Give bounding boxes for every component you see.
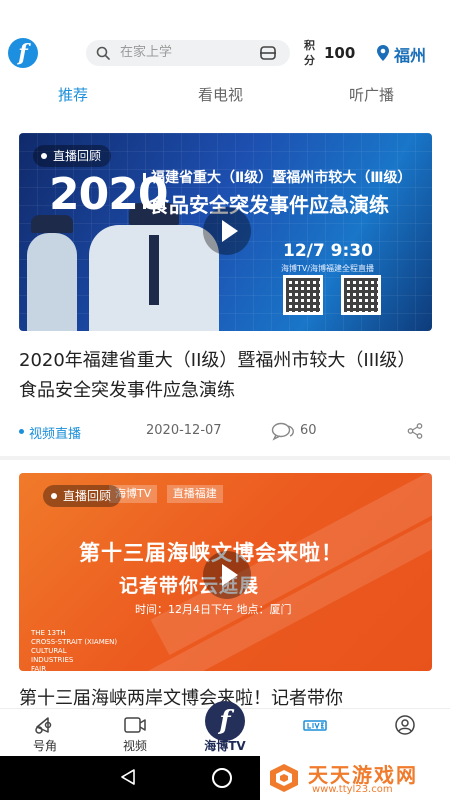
location-pin-icon	[377, 45, 389, 61]
search-icon	[96, 46, 110, 60]
haibo-logo-icon: f	[205, 701, 245, 741]
officer-figure	[89, 203, 219, 331]
thumbnail-datetime: 12/7 9:30	[283, 241, 373, 261]
app-logo-icon[interactable]: f	[8, 38, 38, 68]
badge-dot-icon	[51, 493, 57, 499]
tab-recommend[interactable]: 推荐	[58, 84, 88, 105]
officer-figure	[27, 215, 77, 331]
play-button[interactable]	[203, 551, 251, 599]
news-card[interactable]: 2020 福建省重大（Ⅱ级）暨福州市较大（Ⅲ级） 食品安全突发事件应急演练 12…	[0, 120, 450, 456]
qr-code-icon	[341, 275, 381, 315]
card-title[interactable]: 2020年福建省重大（II级）暨福州市较大（III级）食品安全突发事件应急演练	[19, 346, 431, 406]
live-broadcast-icon	[303, 720, 327, 731]
comment-icon[interactable]	[271, 421, 295, 441]
thumbnail-info: 时间：12月4日下午 地点：厦门	[135, 603, 292, 616]
badge-dot-icon	[41, 153, 47, 159]
replay-badge: 直播回顾	[43, 485, 122, 507]
points-value: 100	[324, 44, 356, 62]
search-placeholder: 在家上学	[120, 45, 173, 60]
thumbnail-english-text: THE 13TH CROSS-STRAIT (XIAMEN) CULTURAL …	[31, 629, 118, 671]
officer-tie	[149, 235, 159, 305]
tag-dot-icon	[19, 429, 24, 434]
horn-icon	[35, 717, 52, 734]
category-tabs: 推荐 看电视 听广播	[0, 80, 450, 112]
tab-listen-radio[interactable]: 听广播	[349, 84, 394, 105]
city-name: 福州	[394, 46, 427, 65]
nav-label: 海博TV	[204, 739, 246, 753]
back-icon[interactable]	[120, 768, 136, 786]
search-bar[interactable]: 在家上学	[86, 40, 290, 66]
nav-item-profile[interactable]	[360, 709, 450, 757]
replay-badge: 直播回顾	[33, 145, 112, 167]
top-bar: f 在家上学 积分 100 福州	[0, 30, 450, 76]
watermark-url: www.ttyl23.com	[312, 784, 393, 795]
thumbnail-headline-1: 福建省重大（Ⅱ级）暨福州市较大（Ⅲ级）	[151, 170, 412, 186]
video-icon	[124, 717, 146, 733]
nav-label: 视频	[122, 739, 147, 753]
video-thumbnail[interactable]: 2020 福建省重大（Ⅱ级）暨福州市较大（Ⅲ级） 食品安全突发事件应急演练 12…	[19, 133, 432, 331]
points-display[interactable]: 积分 100	[304, 36, 360, 72]
video-thumbnail[interactable]: 海博TV 直播福建 第十三届海峡文博会来啦！ 记者带你云逛展 时间：12月4日下…	[19, 473, 432, 671]
system-navigation-bar: 天天游戏网 www.ttyl23.com	[0, 756, 450, 800]
card-tag[interactable]: 视频直播	[29, 423, 81, 442]
nav-label: 号角	[32, 739, 57, 753]
card-date: 2020-12-07	[146, 423, 222, 438]
nav-item-video[interactable]: 视频	[90, 709, 180, 757]
card-meta: 视频直播 2020-12-07 60	[19, 421, 431, 443]
nav-item-horn[interactable]: 号角	[0, 709, 90, 757]
play-button[interactable]	[203, 207, 251, 255]
thumbnail-headline-2: 食品安全突发事件应急演练	[149, 193, 389, 217]
tab-watch-tv[interactable]: 看电视	[198, 84, 243, 105]
profile-icon	[395, 715, 415, 735]
scan-icon[interactable]	[260, 46, 276, 60]
home-icon[interactable]	[212, 768, 232, 788]
qr-code-icon	[283, 275, 323, 315]
bottom-navigation: 号角 视频 f 海博TV	[0, 701, 450, 757]
replay-badge-label: 直播回顾	[63, 489, 112, 503]
points-label: 积分	[304, 39, 315, 67]
comment-count: 60	[300, 423, 317, 438]
thumbnail-logo: 直播福建	[166, 485, 223, 503]
share-icon[interactable]	[407, 423, 423, 439]
news-card[interactable]: 海博TV 直播福建 第十三届海峡文博会来啦！ 记者带你云逛展 时间：12月4日下…	[0, 460, 450, 720]
thumbnail-divider	[143, 173, 146, 209]
nav-item-live[interactable]	[270, 709, 360, 757]
watermark: 天天游戏网 www.ttyl23.com	[260, 756, 450, 800]
replay-badge-label: 直播回顾	[53, 149, 102, 163]
thumbnail-live-note: 海博TV/海博福建全程直播	[281, 264, 375, 273]
watermark-logo-icon	[270, 764, 298, 792]
nav-item-haibo-tv[interactable]: f 海博TV	[180, 701, 270, 757]
